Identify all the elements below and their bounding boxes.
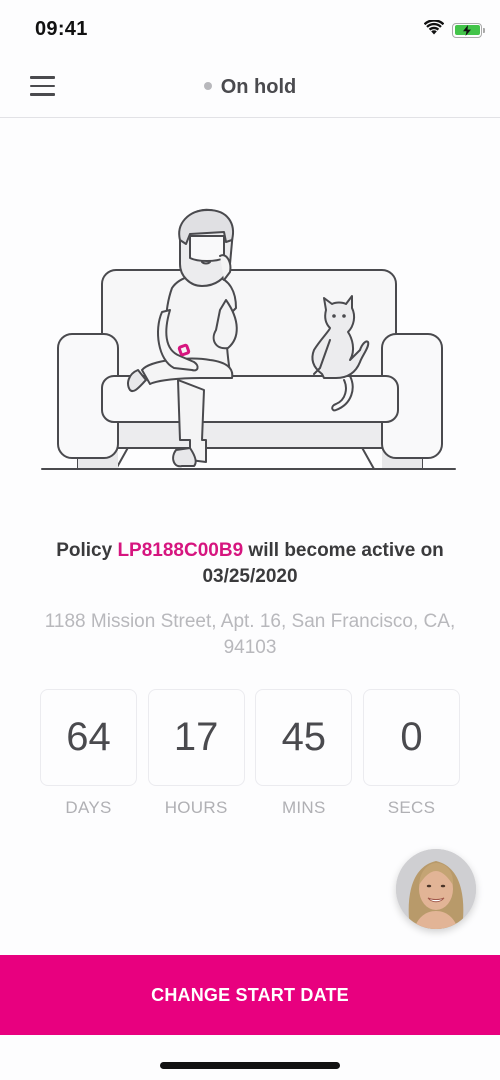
policy-address: 1188 Mission Street, Apt. 16, San Franci… [44,611,456,658]
sofa-base [115,419,385,449]
policy-prefix: Policy [56,540,118,561]
countdown-mins: 45 MINS [255,689,353,818]
countdown-hours-value: 17 [147,689,245,786]
status-time: 09:41 [35,18,88,40]
policy-status-label: On hold [220,76,297,98]
countdown-timer: 64 DAYS 17 HOURS 45 MINS 0 SECS [40,689,460,818]
countdown-days-label: DAYS [65,798,112,817]
countdown-hours: 17 HOURS [147,689,245,818]
agent-avatar[interactable] [396,849,476,929]
countdown-secs-value: 0 [362,689,460,786]
countdown-mins-label: MINS [281,798,326,817]
sofa-seat [101,375,399,423]
countdown-days: 64 DAYS [40,689,137,818]
page-title: On hold [0,76,500,99]
sofa-illustration [30,200,470,490]
countdown-secs-label: SECS [387,798,436,817]
nav-bar: On hold [0,60,500,118]
battery-charging-icon [452,22,485,38]
status-bar: 09:41 [0,0,500,60]
status-dot-icon [203,81,212,90]
policy-id: LP8188C00B9 [117,540,244,561]
home-indicator[interactable] [160,1062,340,1069]
countdown-hours-label: HOURS [164,798,228,817]
wifi-icon [423,19,445,40]
countdown-days-value: 64 [40,689,137,786]
change-start-date-button[interactable]: CHANGE START DATE [0,955,500,1035]
countdown-mins-value: 45 [255,689,353,786]
status-icons [423,19,485,40]
countdown-secs: 0 SECS [362,689,460,818]
policy-activation-text: Policy LP8188C00B9 will become active on… [30,538,470,590]
